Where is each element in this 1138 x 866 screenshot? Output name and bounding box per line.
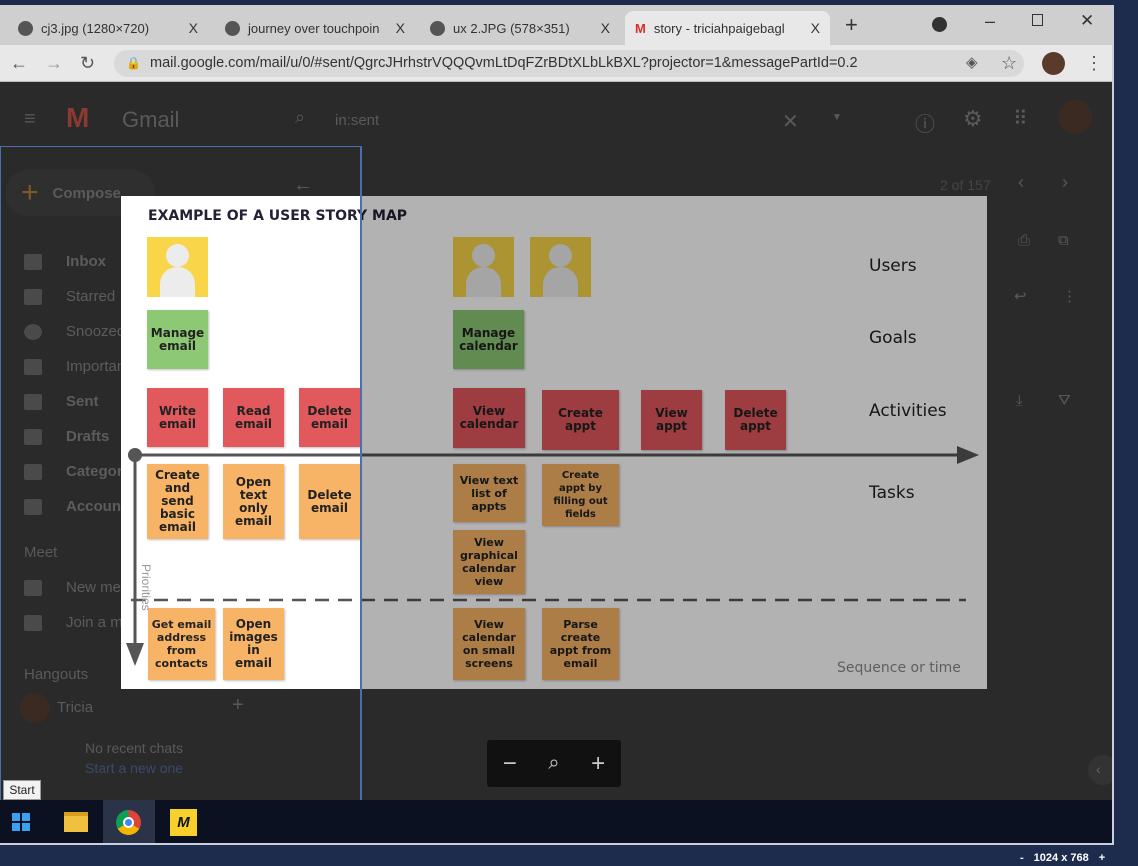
- highlight-window-frame: [0, 146, 362, 843]
- zoom-out-button[interactable]: −: [503, 750, 517, 778]
- zoom-reset-button[interactable]: ⌕: [548, 752, 559, 775]
- tab-bar: cj3.jpg (1280×720) X journey over touchpo…: [0, 5, 1112, 45]
- close-tab-button[interactable]: X: [811, 20, 820, 36]
- gear-icon[interactable]: ⚙: [963, 106, 983, 132]
- tab-label: ux 2.JPG (578×351): [453, 20, 570, 36]
- url-text: mail.google.com/mail/u/0/#sent/QgrcJHrhs…: [150, 55, 858, 71]
- address-bar-row: ← → ↻ 🔒 mail.google.com/mail/u/0/#sent/Qg…: [0, 45, 1112, 82]
- tab-label: story - triciahpaigebagl: [653, 20, 785, 36]
- download-icon[interactable]: ⤓: [1016, 392, 1023, 409]
- tab-journey[interactable]: journey over touchpoin X: [215, 11, 415, 45]
- reload-icon[interactable]: ↻: [80, 53, 95, 74]
- zoom-controls: − ⌕ +: [487, 740, 621, 787]
- gmail-logo-icon: M: [66, 102, 90, 133]
- close-window-icon[interactable]: ✕: [1080, 11, 1094, 31]
- hamburger-icon[interactable]: ≡: [24, 108, 36, 131]
- resolution-increase-button[interactable]: +: [1099, 852, 1105, 864]
- screen: cj3.jpg (1280×720) X journey over touchpo…: [0, 5, 1114, 845]
- restore-icon[interactable]: [1032, 14, 1043, 26]
- tab-label: journey over touchpoin: [248, 20, 380, 36]
- more-icon[interactable]: ⋮: [1062, 287, 1077, 305]
- avatar[interactable]: [1042, 52, 1065, 75]
- gmail-icon: M: [635, 20, 646, 36]
- tab-cj3[interactable]: cj3.jpg (1280×720) X: [8, 11, 208, 45]
- lock-icon: 🔒: [126, 56, 141, 70]
- resolution-decrease-button[interactable]: -: [1020, 852, 1024, 864]
- profile-dropdown-icon[interactable]: [932, 17, 947, 32]
- account-avatar[interactable]: [1058, 100, 1092, 134]
- new-tab-button[interactable]: +: [845, 12, 858, 38]
- tab-label: cj3.jpg (1280×720): [41, 20, 150, 36]
- dim-overlay: [362, 196, 987, 689]
- chrome-icon: [116, 810, 141, 835]
- gmail-logo-text: Gmail: [122, 107, 180, 132]
- star-icon[interactable]: ☆: [1001, 53, 1017, 74]
- open-new-window-icon[interactable]: ⧉: [1058, 232, 1069, 249]
- taskbar: M: [0, 800, 1112, 843]
- search-options-icon[interactable]: ▼: [832, 112, 842, 123]
- help-icon[interactable]: ⓘ: [915, 108, 935, 137]
- resolution-text: 1024 x 768: [1033, 852, 1089, 864]
- close-tab-button[interactable]: X: [601, 20, 610, 36]
- reply-icon[interactable]: ↩: [1014, 287, 1027, 305]
- globe-icon: [430, 20, 445, 36]
- save-to-drive-icon[interactable]: ⛛: [1058, 392, 1071, 409]
- chrome-taskbar-item[interactable]: [103, 800, 155, 843]
- file-explorer-icon[interactable]: [64, 812, 88, 832]
- zoom-in-button[interactable]: +: [591, 750, 605, 778]
- globe-icon: [225, 20, 240, 36]
- tab-ux2[interactable]: ux 2.JPG (578×351) X: [420, 11, 620, 45]
- start-tooltip: Start: [3, 780, 41, 800]
- miro-icon[interactable]: M: [170, 809, 197, 836]
- clear-search-icon[interactable]: ✕: [782, 109, 799, 134]
- apps-icon[interactable]: ⠿: [1013, 106, 1028, 131]
- next-icon[interactable]: ›: [1062, 172, 1068, 193]
- search-input[interactable]: in:sent: [335, 112, 379, 129]
- prev-icon[interactable]: ‹: [1018, 172, 1024, 193]
- print-icon[interactable]: ⎙: [1018, 232, 1030, 249]
- globe-icon: [18, 20, 33, 36]
- extension-icon[interactable]: ◈: [966, 53, 978, 71]
- forward-icon[interactable]: →: [45, 53, 63, 74]
- back-icon[interactable]: ←: [10, 53, 28, 74]
- close-tab-button[interactable]: X: [396, 20, 405, 36]
- expand-side-panel-icon[interactable]: ‹: [1088, 755, 1112, 785]
- search-icon[interactable]: ⌕: [295, 107, 305, 128]
- url-bar[interactable]: 🔒 mail.google.com/mail/u/0/#sent/QgrcJHrh…: [114, 50, 1024, 77]
- windows-start-icon[interactable]: [12, 813, 30, 831]
- menu-icon[interactable]: ⋮: [1085, 53, 1103, 74]
- close-tab-button[interactable]: X: [189, 20, 198, 36]
- resolution-control: - 1024 x 768 +: [1020, 852, 1105, 864]
- minimize-icon[interactable]: –: [985, 11, 995, 32]
- pager-text: 2 of 157: [940, 177, 991, 193]
- tab-story[interactable]: Mstory - triciahpaigebagl X: [625, 11, 830, 45]
